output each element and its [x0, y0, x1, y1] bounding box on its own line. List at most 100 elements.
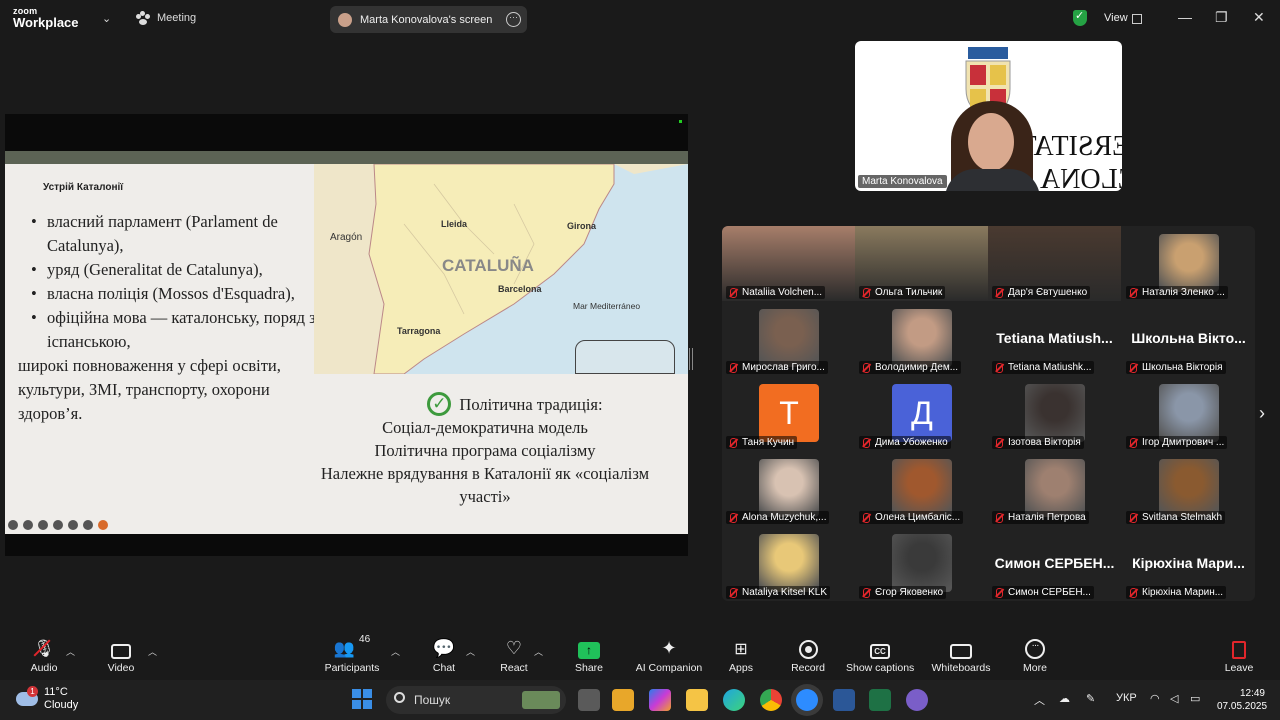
more-label: More — [1023, 662, 1047, 674]
resize-handle[interactable] — [689, 348, 693, 370]
participant-tile[interactable]: Ольга Тильчик — [855, 226, 988, 301]
minimize-button[interactable]: — — [1178, 9, 1192, 25]
taskbar-search[interactable]: Пошук — [386, 686, 566, 714]
zoom-icon[interactable] — [38, 520, 48, 530]
weather-widget[interactable]: 1 11°C Cloudy — [16, 686, 78, 712]
participant-tile[interactable]: Наталія Зленко ... — [1122, 226, 1255, 301]
captions-button[interactable]: CC Show captions — [846, 631, 914, 674]
pen-icon[interactable]: ✎ — [1086, 692, 1095, 705]
participant-tile[interactable]: Єгор Яковенко — [855, 526, 988, 601]
copilot-icon[interactable] — [649, 689, 671, 711]
chevron-down-icon[interactable]: ⌄ — [102, 12, 111, 25]
pen-icon[interactable] — [23, 520, 33, 530]
participant-tile[interactable]: Nataliya Kitsel KLK — [722, 526, 855, 601]
participant-tile[interactable]: Alona Muzychuk,... — [722, 451, 855, 526]
participant-photo — [1159, 459, 1219, 517]
participant-photo — [892, 309, 952, 367]
chrome-icon[interactable] — [760, 689, 782, 711]
audio-button[interactable]: 🎙 Audio — [24, 631, 64, 674]
chevron-up-icon[interactable]: ︿ — [466, 645, 475, 658]
meeting-button[interactable]: Meeting — [136, 11, 196, 25]
store-icon[interactable] — [612, 689, 634, 711]
subtitles-icon[interactable] — [53, 520, 63, 530]
record-button[interactable]: Record — [788, 631, 828, 674]
word-icon[interactable] — [833, 689, 855, 711]
participant-tile[interactable]: Мирослав Григо... — [722, 301, 855, 376]
participant-tile[interactable]: Школьна Вікто... Школьна Вікторія — [1122, 301, 1255, 376]
more-icon[interactable] — [83, 520, 93, 530]
edge-icon[interactable] — [723, 689, 745, 711]
participant-tile[interactable]: T Таня Кучин — [722, 376, 855, 451]
system-clock[interactable]: 12:49 07.05.2025 — [1217, 687, 1267, 713]
apps-button[interactable]: ⊞ Apps — [722, 631, 760, 674]
restore-button[interactable]: ❐ — [1215, 9, 1228, 26]
share-button[interactable]: ↑ Share — [570, 631, 608, 674]
more-button[interactable]: ··· More — [1016, 631, 1054, 674]
video-button[interactable]: Video — [101, 631, 141, 674]
camera-icon[interactable] — [68, 520, 78, 530]
file-explorer-icon[interactable] — [686, 689, 708, 711]
participant-tile[interactable]: Ігор Дмитрович ... — [1122, 376, 1255, 451]
participant-tile[interactable]: Ізотова Вікторія — [988, 376, 1121, 451]
back-icon[interactable] — [8, 520, 18, 530]
participant-name: Ольга Тильчик — [859, 286, 946, 299]
participant-tile[interactable]: Олена Цимбаліс... — [855, 451, 988, 526]
view-button[interactable]: View — [1104, 12, 1128, 24]
react-button[interactable]: ♡ React — [496, 631, 532, 674]
battery-icon[interactable]: ▭ — [1190, 692, 1200, 705]
zoom-app-icon[interactable] — [796, 689, 818, 711]
windows-start-icon[interactable] — [352, 689, 372, 709]
map-label-lleida: Lleida — [441, 219, 468, 229]
excel-icon[interactable] — [869, 689, 891, 711]
participant-tile[interactable]: Володимир Дем... — [855, 301, 988, 376]
shared-screen: Устрій Каталонії власний парламент (Parl… — [5, 114, 688, 556]
participant-tile[interactable]: Кірюхіна Мари... Кірюхіна Марин... — [1122, 526, 1255, 601]
checkmark-icon: ✓ — [427, 392, 452, 416]
participant-photo — [892, 459, 952, 517]
participant-tile[interactable]: Симон СЕРБЕН... Симон СЕРБЕН... — [988, 526, 1121, 601]
chevron-up-icon[interactable]: ︿ — [1034, 692, 1045, 708]
participant-tile[interactable]: Д Дима Убоженко — [855, 376, 988, 451]
participant-tile[interactable]: Nataliia Volchen... — [722, 226, 855, 301]
task-view-icon[interactable] — [578, 689, 600, 711]
close-button[interactable]: ✕ — [1253, 9, 1265, 26]
participant-tile[interactable]: Дар'я Євтушенко — [988, 226, 1121, 301]
more-options-icon[interactable]: ··· — [506, 12, 521, 27]
whiteboards-button[interactable]: Whiteboards — [930, 631, 992, 674]
leave-button[interactable]: Leave — [1220, 631, 1258, 674]
volume-icon[interactable]: ◁ — [1170, 692, 1178, 705]
viber-icon[interactable] — [906, 689, 928, 711]
chevron-up-icon[interactable]: ︿ — [66, 645, 75, 658]
wifi-icon[interactable]: ◠ — [1150, 692, 1160, 705]
participant-name: Олена Цимбаліс... — [859, 511, 964, 524]
security-shield-icon[interactable] — [1073, 9, 1087, 26]
map-inset — [575, 340, 675, 374]
onedrive-icon[interactable]: ☁ — [1059, 692, 1070, 705]
zoom-window: zoom Workplace ⌄ Meeting Marta Konovalov… — [0, 0, 1280, 720]
weather-badge: 1 — [27, 686, 38, 697]
chevron-up-icon[interactable]: ︿ — [391, 645, 400, 658]
ai-companion-button[interactable]: ✦ AI Companion — [633, 631, 705, 674]
user-icon[interactable] — [98, 520, 108, 530]
participant-name: Таня Кучин — [726, 436, 798, 449]
chat-label: Chat — [432, 662, 456, 674]
active-speaker-video[interactable]: UNIVERSITAT DE BARCELONA Marta Konovalov… — [855, 41, 1122, 191]
bullet-item: власний парламент (Parlament de Cataluny… — [31, 210, 321, 258]
participant-tile[interactable]: Tetiana Matiush... Tetiana Matiushk... — [988, 301, 1121, 376]
participants-button[interactable]: 👥 46 Participants — [318, 631, 386, 674]
ai-label: AI Companion — [635, 662, 703, 674]
chevron-up-icon[interactable]: ︿ — [148, 645, 157, 658]
language-indicator[interactable]: УКР — [1116, 692, 1137, 704]
chat-button[interactable]: 💬 Chat — [426, 631, 462, 674]
participant-tile[interactable]: Наталія Петрова — [988, 451, 1121, 526]
tradition-line: Соціал-демократична модель — [382, 418, 588, 437]
muted-mic-icon: 🎙 — [33, 639, 55, 658]
chevron-up-icon[interactable]: ︿ — [534, 645, 543, 658]
participant-display-name: Школьна Вікто... — [1131, 330, 1246, 346]
screen-share-pill[interactable]: Marta Konovalova's screen ··· — [330, 6, 527, 33]
chevron-right-icon[interactable]: › — [1259, 403, 1265, 424]
participant-tile[interactable]: Svitlana Stelmakh — [1122, 451, 1255, 526]
status-dot — [679, 120, 682, 123]
participant-name: Мирослав Григо... — [726, 361, 828, 374]
grid-view-icon[interactable] — [1132, 14, 1142, 24]
